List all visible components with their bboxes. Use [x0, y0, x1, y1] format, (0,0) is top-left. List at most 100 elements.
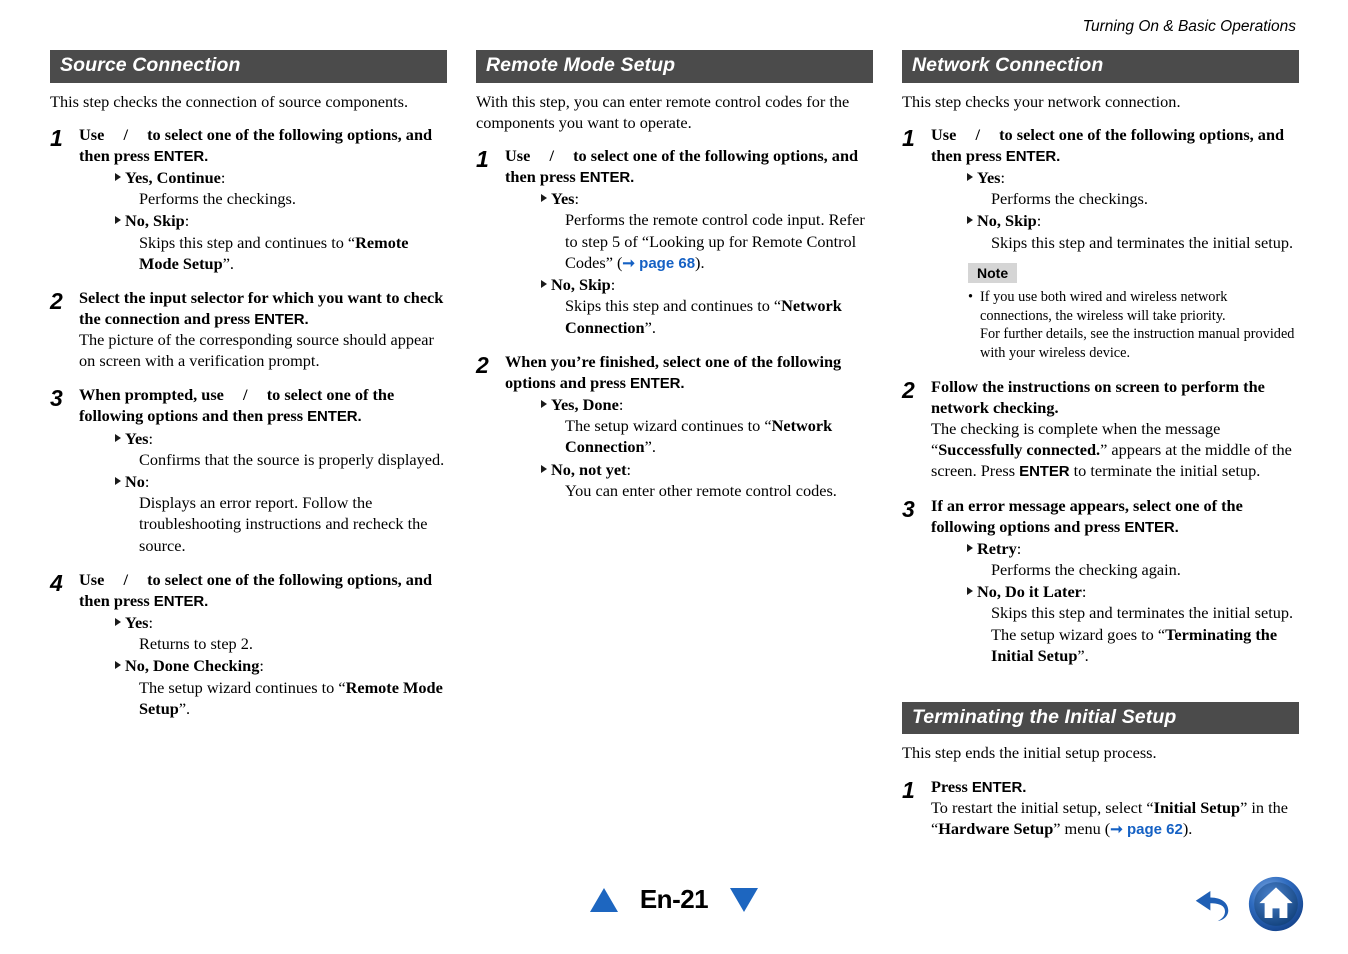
next-page-arrow-icon[interactable] — [730, 887, 759, 912]
page-reference-label: page 62 — [1126, 820, 1183, 838]
step-title-sep: / — [119, 124, 133, 144]
section-title: Network Connection — [902, 50, 1299, 83]
option-text: You can enter other remote control codes… — [565, 480, 837, 500]
step-item: 1 Use / to select one of the following o… — [476, 145, 873, 338]
option-label-row: No, Done Checking: — [79, 655, 447, 676]
option-label-row: Retry: — [931, 538, 1299, 559]
step-item: 1 Press ENTER. To restart the initial se… — [902, 776, 1299, 840]
option-item: Yes: Returns to step 2. — [79, 612, 447, 654]
step-title-sep: / — [971, 124, 985, 144]
enter-key-label: ENTER. — [1124, 518, 1179, 536]
section-intro: This step checks your network connection… — [902, 91, 1181, 111]
option-label: Yes — [977, 168, 1001, 188]
enter-key-label: ENTER. — [630, 374, 685, 392]
option-text-post: ”. — [644, 437, 656, 457]
column-right: Network Connection This step checks your… — [902, 50, 1299, 852]
option-label: No, Skip — [125, 211, 185, 231]
option-text: Displays an error report. Follow the tro… — [139, 493, 428, 555]
option-list: Yes: Confirms that the source is properl… — [79, 428, 447, 556]
note-list: • If you use both wired and wireless netw… — [968, 288, 1299, 363]
page-navigation: En-21 — [0, 884, 1348, 915]
option-label: Yes — [125, 428, 149, 448]
option-text-pre: Skips this step and continues to “ — [139, 232, 356, 252]
step-title: Use / to select one of the following opt… — [79, 124, 447, 166]
section-source-connection: Source Connection This step checks the c… — [50, 50, 447, 719]
step-list: 1 Use / to select one of the following o… — [476, 145, 873, 501]
option-text: Performs the checkings. — [139, 189, 296, 209]
option-item: Yes: Confirms that the source is properl… — [79, 428, 447, 470]
step-title-sep: / — [238, 385, 252, 405]
triangle-bullet-icon — [115, 661, 121, 670]
step-desc-message: Successfully connected. — [938, 440, 1101, 460]
home-icon — [1248, 876, 1304, 932]
option-item: No, Skip: Skips this step and terminates… — [931, 210, 1299, 252]
option-list: Retry: Performs the checking again. No, … — [931, 538, 1299, 666]
option-label-row: No, not yet: — [505, 459, 873, 480]
triangle-bullet-icon — [541, 194, 547, 203]
bullet-dot-icon: • — [968, 288, 974, 305]
option-list: Yes: Performs the remote control code in… — [505, 188, 873, 338]
enter-key-label: ENTER. — [1005, 147, 1061, 165]
page-reference-link[interactable]: ➞ page 68 — [622, 255, 695, 272]
column-left: Source Connection This step checks the c… — [50, 50, 447, 852]
option-item: No, Done Checking: The setup wizard cont… — [79, 655, 447, 719]
step-item: 3 When prompted, use / to select one of … — [50, 384, 447, 555]
option-label-row: No, Skip: — [79, 210, 447, 231]
option-item: No: Displays an error report. Follow the… — [79, 471, 447, 556]
page-columns: Source Connection This step checks the c… — [50, 50, 1299, 852]
triangle-bullet-icon — [541, 400, 547, 409]
arrow-right-icon: ➞ — [622, 254, 635, 272]
step-title-text: When prompted, use — [79, 385, 228, 405]
triangle-bullet-icon — [967, 216, 973, 225]
option-text: Performs the checkings. — [991, 189, 1148, 209]
section-network-connection: Network Connection This step checks your… — [902, 50, 1299, 666]
option-label-row: No, Do it Later: — [931, 581, 1299, 602]
step-list: 1 Press ENTER. To restart the initial se… — [902, 776, 1299, 840]
option-text-pre: The setup wizard continues to “ — [139, 677, 346, 697]
option-text-post: ). — [695, 252, 705, 272]
previous-page-arrow-icon[interactable] — [589, 887, 618, 912]
option-item: Yes: Performs the checkings. — [931, 167, 1299, 209]
option-text: Confirms that the source is properly dis… — [139, 449, 445, 469]
step-title: When prompted, use / to select one of th… — [79, 384, 447, 426]
option-item: No, Do it Later: Skips this step and ter… — [931, 581, 1299, 666]
note-item: • If you use both wired and wireless netw… — [968, 288, 1299, 326]
section-title: Remote Mode Setup — [476, 50, 873, 83]
option-label: No, Do it Later — [977, 582, 1082, 602]
option-text: Performs the checking again. — [991, 560, 1181, 580]
arrow-right-icon: ➞ — [1110, 820, 1123, 838]
home-button[interactable] — [1248, 876, 1304, 932]
section-intro: With this step, you can enter remote con… — [476, 91, 850, 132]
section-title: Source Connection — [50, 50, 447, 83]
navigation-buttons — [1186, 876, 1304, 932]
page-reference-link[interactable]: ➞ page 62 — [1110, 821, 1183, 838]
option-text: Skips this step and terminates the initi… — [931, 602, 1299, 666]
step-description: To restart the initial setup, select “In… — [931, 797, 1299, 839]
step-number: 1 — [476, 145, 489, 172]
step-desc-post: ). — [1182, 818, 1193, 838]
triangle-bullet-icon — [967, 587, 973, 596]
option-text: Performs the remote control code input. … — [505, 209, 873, 273]
option-label-row: Yes: — [931, 167, 1299, 188]
option-label: No — [125, 471, 145, 491]
step-number: 1 — [902, 776, 915, 803]
step-number: 2 — [476, 351, 489, 378]
back-button[interactable] — [1186, 878, 1238, 930]
step-title: Press ENTER. — [931, 776, 1299, 797]
step-number: 3 — [50, 385, 63, 412]
option-label-row: Yes: — [79, 428, 447, 449]
option-item: Retry: Performs the checking again. — [931, 538, 1299, 580]
option-text: The setup wizard continues to “Network C… — [505, 415, 873, 457]
option-list: Yes, Done: The setup wizard continues to… — [505, 394, 873, 501]
step-title-sep: / — [545, 145, 559, 165]
section-intro: This step checks the connection of sourc… — [50, 91, 409, 111]
step-title: Use / to select one of the following opt… — [79, 569, 447, 611]
step-item: 4 Use / to select one of the following o… — [50, 569, 447, 719]
enter-key-label: ENTER — [1019, 463, 1070, 481]
step-title-text: If an error message appears, select one … — [931, 495, 1243, 536]
step-title-text: Use — [79, 124, 109, 144]
step-title-text: Use — [505, 145, 535, 165]
triangle-bullet-icon — [115, 433, 121, 442]
step-item: 3 If an error message appears, select on… — [902, 495, 1299, 666]
section-remote-mode-setup: Remote Mode Setup With this step, you ca… — [476, 50, 873, 501]
